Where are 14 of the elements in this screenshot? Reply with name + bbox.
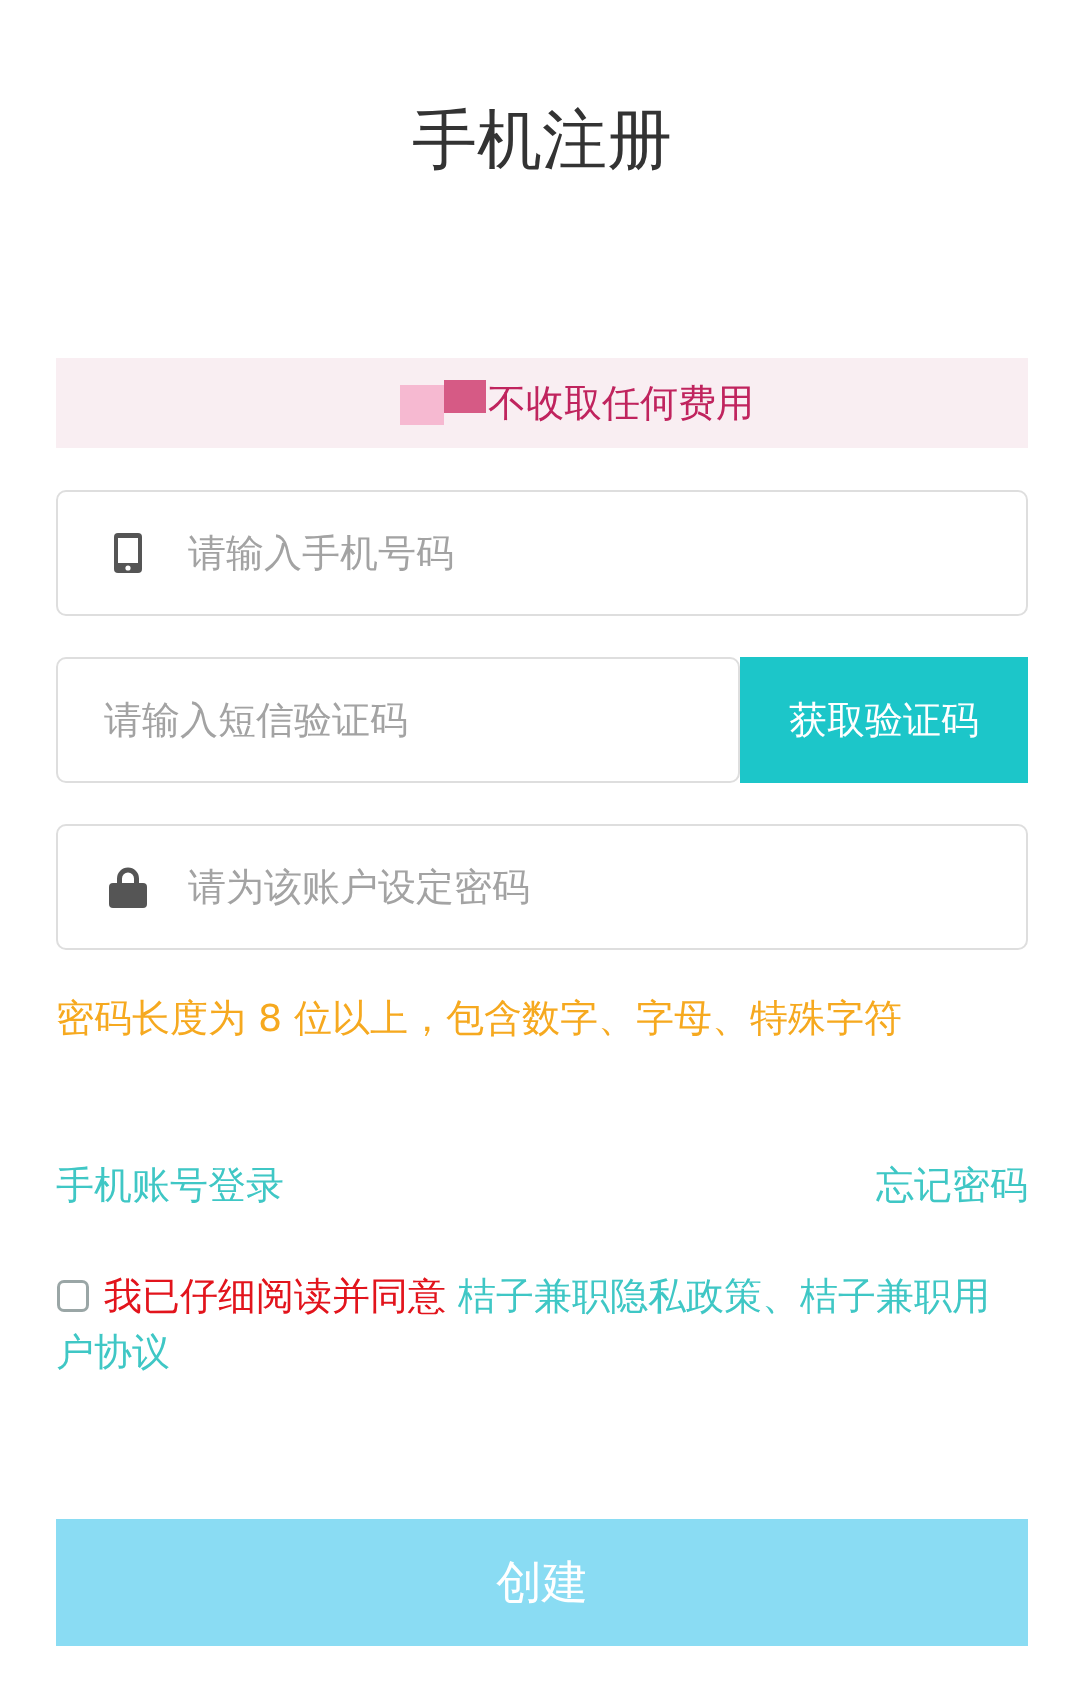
password-hint: 密码长度为 8 位以上，包含数字、字母、特殊字符 — [56, 995, 903, 1042]
agreement-checkbox[interactable] — [57, 1280, 89, 1312]
mosaic-patch-icon — [400, 380, 486, 426]
page-title: 手机注册 — [412, 101, 672, 179]
phone-number-field[interactable]: 请输入手机号码 — [56, 490, 1028, 616]
phone-login-link[interactable]: 手机账号登录 — [56, 1160, 284, 1210]
get-code-button[interactable]: 获取验证码 — [740, 657, 1028, 783]
forgot-password-link[interactable]: 忘记密码 — [876, 1160, 1028, 1210]
mobile-phone-icon — [114, 533, 142, 573]
password-field[interactable]: 请为该账户设定密码 — [56, 824, 1028, 950]
verification-code-field[interactable]: 请输入短信验证码 — [56, 657, 740, 783]
lock-icon — [109, 866, 147, 908]
agreement-label[interactable]: 我已仔细阅读并同意 桔子兼职隐私政策、桔子兼职用户协议 — [56, 1268, 1008, 1380]
notice-text: 不收取任何费用 — [488, 380, 754, 426]
